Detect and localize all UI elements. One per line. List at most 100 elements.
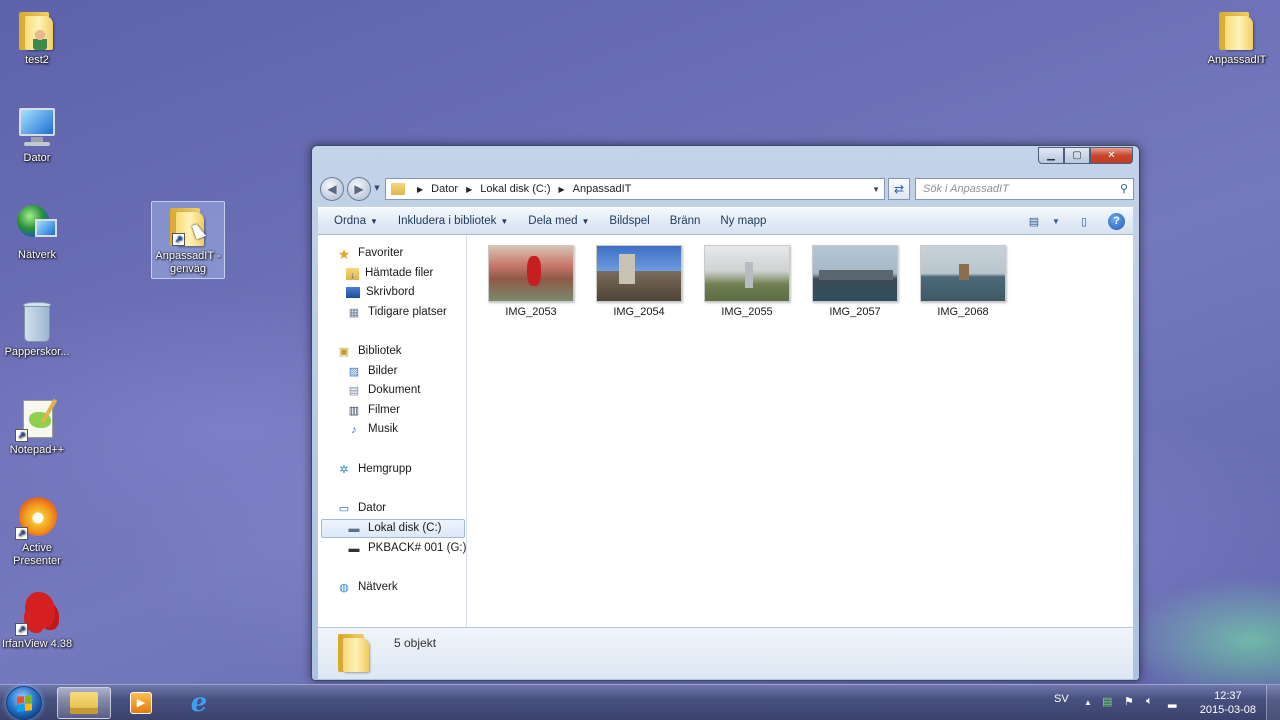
share-with-button[interactable]: Dela med ▼ (518, 215, 599, 227)
desktop-icon-test2[interactable]: test2 (0, 6, 74, 67)
change-view-icon[interactable]: ▤ (1026, 214, 1042, 230)
active-presenter-icon: ↗ (13, 494, 61, 540)
nav-item-filmer[interactable]: ▥ Filmer (346, 401, 400, 420)
nav-item-bilder[interactable]: ▨ Bilder (346, 362, 398, 381)
file-name: IMG_2057 (829, 306, 881, 318)
desktop-icon-natverk[interactable]: Nätverk (0, 201, 74, 262)
nav-label: Dokument (368, 384, 421, 396)
irfanview-icon: ↗ (13, 590, 61, 636)
address-bar[interactable]: ▶ Dator ▶ Lokal disk (C:) ▶ AnpassadIT ▼ (385, 178, 885, 200)
nav-item-dokument[interactable]: ▤ Dokument (346, 381, 421, 400)
forward-button[interactable]: ▶ (347, 177, 371, 201)
ordna-menu-button[interactable]: Ordna ▼ (324, 215, 388, 227)
clock[interactable]: 12:37 2015-03-08 (1200, 689, 1256, 717)
network-icon: ◍ (339, 581, 349, 594)
explorer-body: ★ Favoriter ↓ Hämtade filer Skrivbord ▦ Tid… (318, 235, 1133, 627)
desktop-icon-anpassadit[interactable]: AnpassadIT (1200, 6, 1274, 67)
nav-label: Hämtade filer (365, 267, 434, 279)
nav-label: Bibliotek (358, 345, 402, 357)
back-arrow-icon: ◀ (327, 182, 337, 196)
breadcrumb-chevron-icon[interactable]: ▶ (417, 185, 423, 194)
folder-icon (1213, 6, 1261, 52)
nav-label: Lokal disk (C:) (368, 522, 442, 534)
nav-item-natverk[interactable]: ◍ Nätverk (336, 578, 397, 597)
command-bar: Ordna ▼ Inkludera i bibliotek ▼ Dela med ▼ … (318, 207, 1133, 235)
refresh-button[interactable]: ⇄ (888, 178, 910, 200)
search-input[interactable]: Sök i AnpassadIT ⚲ (915, 178, 1134, 200)
new-folder-button[interactable]: Ny mapp (710, 215, 776, 227)
network-globe-icon (13, 201, 61, 247)
navigation-pane: ★ Favoriter ↓ Hämtade filer Skrivbord ▦ Tid… (318, 235, 467, 627)
file-item[interactable]: IMG_2068 (920, 245, 1006, 318)
breadcrumb-lokal-disk[interactable]: Lokal disk (C:) (480, 183, 550, 195)
file-item[interactable]: IMG_2053 (488, 245, 574, 318)
file-name: IMG_2068 (937, 306, 989, 318)
close-button[interactable]: ✕ (1090, 147, 1133, 164)
image-thumbnail (920, 245, 1006, 302)
nav-item-skrivbord[interactable]: Skrivbord (346, 283, 415, 302)
file-item[interactable]: IMG_2055 (704, 245, 790, 318)
file-item[interactable]: IMG_2054 (596, 245, 682, 318)
taskbar-media-player-button[interactable]: ▶ (114, 687, 168, 719)
include-in-library-button[interactable]: Inkludera i bibliotek ▼ (388, 215, 518, 227)
language-indicator[interactable]: SV (1054, 693, 1069, 705)
folder-icon (338, 634, 374, 674)
breadcrumb-dator[interactable]: Dator (431, 183, 458, 195)
help-icon[interactable]: ? (1108, 213, 1125, 230)
nav-item-dator[interactable]: ▭ Dator (336, 499, 386, 518)
file-name: IMG_2054 (613, 306, 665, 318)
show-hidden-icons-icon[interactable]: ▲ (1084, 698, 1092, 707)
search-placeholder: Sök i AnpassadIT (923, 183, 1009, 195)
include-label: Inkludera i bibliotek (397, 215, 497, 227)
nav-item-pkback[interactable]: ▬ PKBACK# 001 (G:) (346, 539, 467, 558)
breadcrumb-anpassadit[interactable]: AnpassadIT (573, 183, 632, 195)
desktop-icon-label: Dator (23, 152, 51, 164)
nav-item-hemgrupp[interactable]: ✲ Hemgrupp (336, 460, 411, 479)
address-dropdown-icon[interactable]: ▼ (872, 185, 880, 194)
nav-item-lokal-disk[interactable]: ▬ Lokal disk (C:) (321, 519, 465, 538)
refresh-icon: ⇄ (893, 182, 905, 196)
network-status-icon[interactable]: ▂ (1168, 695, 1176, 708)
back-button[interactable]: ◀ (320, 177, 344, 201)
tray-app-icon[interactable]: ▤ (1102, 695, 1112, 708)
preview-pane-icon[interactable]: ▯ (1076, 214, 1092, 230)
nav-item-bibliotek[interactable]: ▣ Bibliotek (336, 342, 402, 361)
folder-shortcut-icon: ↗ (164, 202, 212, 248)
nav-item-musik[interactable]: ♪ Musik (346, 420, 398, 439)
explorer-window[interactable]: ▁ ▢ ✕ ◀ ▶ ▼ ▶ Dator ▶ Lokal disk (C:) ▶ … (311, 145, 1140, 681)
nav-label: PKBACK# 001 (G:) (368, 542, 467, 554)
breadcrumb-chevron-icon[interactable]: ▶ (466, 185, 472, 194)
volume-icon[interactable]: 🔈︎ (1146, 695, 1153, 708)
start-button[interactable] (6, 686, 42, 720)
desktop-icon-irfanview[interactable]: ↗ IrfanView 4.38 (0, 590, 74, 651)
view-options-dropdown-icon[interactable]: ▼ (1052, 214, 1060, 230)
share-label: Dela med (528, 215, 578, 227)
nav-item-tidigare-platser[interactable]: ▦ Tidigare platser (346, 303, 447, 322)
slideshow-button[interactable]: Bildspel (599, 215, 659, 227)
clock-time: 12:37 (1214, 690, 1242, 702)
minimize-button[interactable]: ▁ (1038, 147, 1064, 164)
action-center-flag-icon[interactable]: ⚑ (1124, 695, 1134, 708)
recent-pages-dropdown[interactable]: ▼ (371, 177, 383, 201)
file-item[interactable]: IMG_2057 (812, 245, 898, 318)
desktop-icon-active-presenter[interactable]: ↗ Active Presenter (0, 494, 74, 568)
explorer-folder-icon (70, 692, 98, 714)
nav-label: Favoriter (358, 247, 404, 259)
videos-icon: ▥ (348, 404, 360, 417)
search-icon[interactable]: ⚲ (1120, 182, 1128, 195)
desktop-icon-anpassadit-shortcut[interactable]: ↗ AnpassadIT - genväg (151, 201, 225, 279)
nav-item-hamtade-filer[interactable]: ↓ Hämtade filer (346, 264, 433, 283)
desktop-icon-dator[interactable]: Dator (0, 104, 74, 165)
breadcrumb-chevron-icon[interactable]: ▶ (559, 185, 565, 194)
desktop-icon-notepad[interactable]: ↗ Notepad++ (0, 396, 74, 457)
show-desktop-button[interactable] (1266, 685, 1280, 720)
maximize-button[interactable]: ▢ (1064, 147, 1090, 164)
computer-icon (13, 104, 61, 150)
desktop-icon-papperskorg[interactable]: Papperskor... (0, 298, 74, 359)
taskbar-internet-explorer-button[interactable]: e (172, 687, 226, 719)
burn-button[interactable]: Bränn (660, 215, 711, 227)
taskbar-explorer-button[interactable] (57, 687, 111, 719)
toolbar-right-group: ▤ ▼ ▯ ? (1026, 213, 1125, 230)
file-list: IMG_2053 IMG_2054 IMG_2055 IMG_2057 IMG_… (468, 235, 1133, 627)
nav-item-favoriter[interactable]: ★ Favoriter (336, 244, 404, 263)
